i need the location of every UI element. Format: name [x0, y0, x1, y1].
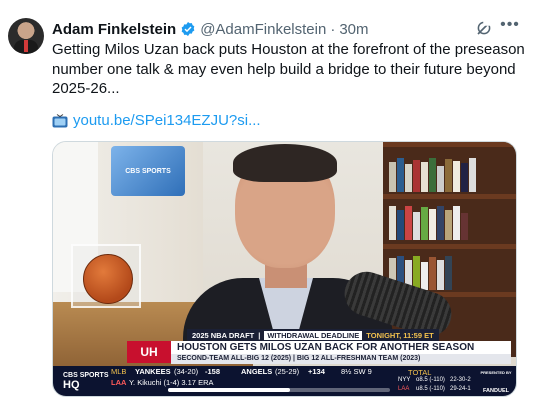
- more-options-icon[interactable]: •••: [500, 16, 520, 36]
- cbs-sports-sign: CBS SPORTS: [111, 146, 185, 196]
- board-header: TOTAL: [408, 368, 432, 377]
- tweet[interactable]: Adam Finkelstein @AdamFinkelstein · 30m …: [0, 0, 534, 410]
- sponsor-name: FANDUEL: [483, 388, 509, 394]
- ticker-team2: ANGELS: [241, 367, 273, 376]
- tag-separator: |: [258, 330, 261, 340]
- shelf-board: [383, 142, 516, 147]
- board-row-col2: 29-24-1: [450, 386, 471, 392]
- ticker-team2-record: (25-29): [275, 367, 300, 376]
- header-separator: ·: [330, 20, 336, 38]
- video-progress-fill: [168, 388, 291, 392]
- board-row-col1: o8.5 (-110): [416, 377, 445, 383]
- board-row-col1: u8.5 (-110): [416, 386, 445, 392]
- fanduel-logo: PRESENTED BY FANDUEL: [480, 370, 511, 396]
- avatar-tie: [24, 40, 28, 52]
- ticker-total: 8½ SW 9: [341, 367, 372, 376]
- author-handle[interactable]: @AdamFinkelstein: [200, 21, 326, 38]
- ticker-league: MLB: [111, 367, 127, 376]
- video-preview[interactable]: CBS SPORTS 2025 NBA DRAFT | WITHDRAWAL D…: [52, 141, 517, 397]
- tweet-timestamp[interactable]: 30m: [339, 21, 368, 38]
- tweet-link[interactable]: youtu.be/SPei134EZJU?si...: [52, 112, 261, 129]
- grok-icon[interactable]: [475, 19, 493, 37]
- presenter: [183, 144, 393, 358]
- book-row: [389, 156, 499, 192]
- ticker-row2-team: LAA: [111, 378, 127, 387]
- video-progress-bar[interactable]: [168, 388, 390, 392]
- shelf-board: [383, 244, 516, 249]
- video-headline: HOUSTON GETS MILOS UZAN BACK FOR ANOTHER…: [171, 341, 511, 354]
- board-row-col2: 22-30-2: [450, 377, 471, 383]
- tweet-text-line: Getting Milos Uzan back puts Houston at …: [52, 41, 525, 58]
- network-big: HQ: [63, 379, 80, 391]
- tweet-text: Getting Milos Uzan back puts Houston at …: [52, 40, 525, 99]
- television-icon: [52, 113, 68, 127]
- link-url[interactable]: youtu.be/SPei134EZJU?si...: [73, 112, 261, 129]
- tweet-text-line: 2025-26...: [52, 80, 120, 97]
- tag-deadline-time: TONIGHT, 11:59 ET: [366, 330, 434, 340]
- houston-logo: UH: [127, 341, 171, 363]
- cbs-sports-hq-logo: CBS SPORTS HQ: [63, 372, 109, 391]
- verified-badge-icon: [181, 22, 195, 36]
- draft-deadline-tag: 2025 NBA DRAFT | WITHDRAWAL DEADLINE TON…: [187, 329, 439, 341]
- video-subline: SECOND-TEAM ALL-BIG 12 (2025) | BIG 12 A…: [171, 354, 511, 364]
- board-row-team: NYY: [398, 377, 411, 383]
- network-small: CBS SPORTS: [63, 372, 109, 379]
- book-row: [389, 204, 499, 240]
- board-row-team: LAA: [398, 386, 410, 392]
- basketball: [83, 254, 133, 304]
- ticker-team1-record: (34-20): [174, 367, 199, 376]
- author-avatar[interactable]: [8, 18, 44, 54]
- tag-draft: 2025 NBA DRAFT: [192, 330, 255, 340]
- presenter-hair: [233, 144, 337, 182]
- ticker-team1-odds: -158: [205, 367, 221, 376]
- ticker-team2-odds: +134: [308, 367, 325, 376]
- presented-by: PRESENTED BY: [480, 370, 512, 375]
- lower-third: 2025 NBA DRAFT | WITHDRAWAL DEADLINE TON…: [53, 328, 516, 396]
- score-ticker: CBS SPORTS HQ MLB YANKEES (34-20) -158 A…: [53, 366, 516, 396]
- author-name[interactable]: Adam Finkelstein: [52, 21, 176, 38]
- ticker-row2-pitcher: Y. Kikuchi (1-4) 3.17 ERA: [129, 378, 214, 387]
- ticker-team1: YANKEES: [135, 367, 171, 376]
- shelf-board: [383, 194, 516, 199]
- tag-withdrawal: WITHDRAWAL DEADLINE: [264, 330, 363, 340]
- tweet-text-line: number one talk & may even help build a …: [52, 60, 516, 78]
- tweet-header: Adam Finkelstein @AdamFinkelstein · 30m: [52, 19, 369, 39]
